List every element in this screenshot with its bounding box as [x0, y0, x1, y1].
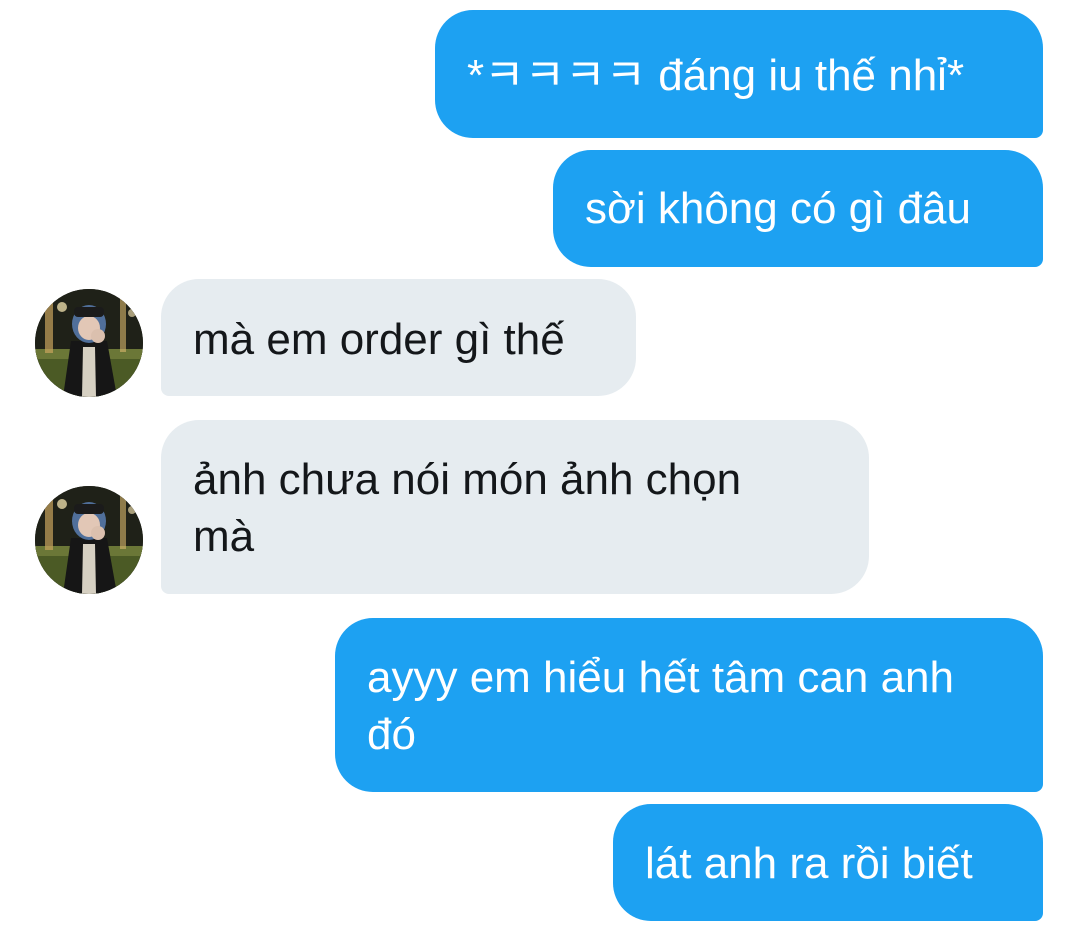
outgoing-message[interactable]: sời không có gì đâu: [553, 150, 1043, 267]
message-text-line: đó: [367, 710, 416, 759]
message-text: *ㅋㅋㅋㅋ đáng iu thế nhỉ*: [467, 51, 965, 100]
message-text: lát anh ra rồi biết: [645, 839, 973, 888]
outgoing-message[interactable]: ayyy em hiểu hết tâm can anh đó: [335, 618, 1043, 792]
message-text: mà em order gì thế: [193, 315, 565, 364]
message-text-line: ayyy em hiểu hết tâm can anh: [367, 653, 954, 702]
incoming-message[interactable]: mà em order gì thế: [161, 279, 636, 396]
user-avatar-photo-icon[interactable]: [35, 486, 143, 594]
outgoing-message[interactable]: lát anh ra rồi biết: [613, 804, 1043, 921]
incoming-message[interactable]: ảnh chưa nói món ảnh chọn mà: [161, 420, 869, 594]
outgoing-message[interactable]: *ㅋㅋㅋㅋ đáng iu thế nhỉ*: [435, 10, 1043, 138]
message-thread: *ㅋㅋㅋㅋ đáng iu thế nhỉ* sời không có gì đ…: [0, 0, 1079, 928]
user-avatar-photo-icon[interactable]: [35, 289, 143, 397]
message-text-line: ảnh chưa nói món ảnh chọn: [193, 455, 742, 504]
message-text-line: mà: [193, 512, 255, 561]
message-text: sời không có gì đâu: [585, 184, 971, 233]
